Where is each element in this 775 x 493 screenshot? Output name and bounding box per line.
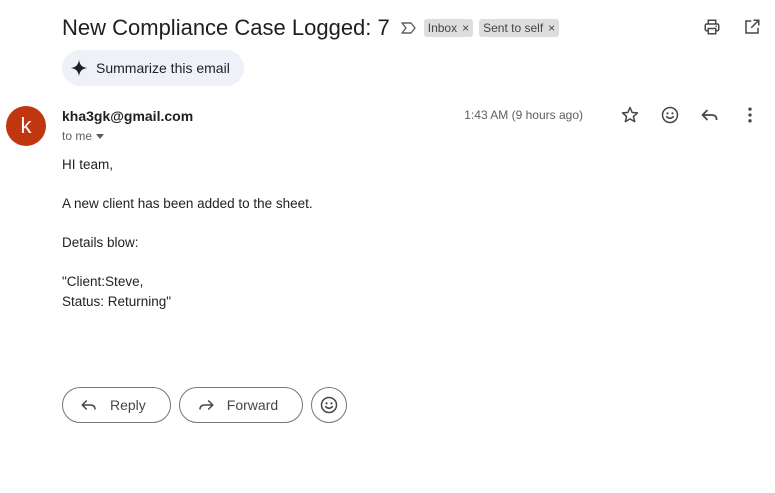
body-quote-line: Status: Returning" [62,294,172,309]
label-chip-text: Inbox [427,21,458,35]
reply-button[interactable]: Reply [62,387,171,423]
reply-label: Reply [110,397,146,413]
sender-email[interactable]: kha3gk@gmail.com [62,108,193,124]
emoji-react-button[interactable] [311,387,348,423]
remove-label-icon[interactable]: × [548,19,555,37]
reply-actions: Reply Forward [62,387,348,423]
body-line: A new client has been added to the sheet… [62,196,313,211]
reply-icon [80,396,98,414]
summarize-label: Summarize this email [96,60,230,76]
subject-row: New Compliance Case Logged: 7 Inbox × Se… [62,12,560,44]
body-greeting: HI team, [62,157,114,172]
label-chip-inbox[interactable]: Inbox × [423,19,474,37]
recipient-label: to me [62,129,93,143]
top-actions [701,16,763,38]
emoji-icon [319,395,339,415]
forward-button[interactable]: Forward [178,387,304,423]
star-icon[interactable] [619,104,641,126]
message-meta: 1:43 AM (9 hours ago) [464,104,761,126]
summarize-email-button[interactable]: Summarize this email [62,50,244,86]
avatar[interactable]: k [6,106,46,146]
reply-icon[interactable] [699,104,721,126]
remove-label-icon[interactable]: × [462,19,469,37]
chevron-down-icon [96,133,105,139]
timestamp: 1:43 AM (9 hours ago) [464,108,583,122]
body-quote: "Client:Steve, Status: Returning" [62,272,313,312]
forward-label: Forward [226,397,279,413]
recipient-details-toggle[interactable]: to me [62,129,105,143]
sparkle-icon [70,59,88,77]
email-subject: New Compliance Case Logged: 7 [62,15,390,40]
emoji-icon[interactable] [659,104,681,126]
print-icon[interactable] [701,16,723,38]
importance-marker-icon[interactable] [400,19,418,37]
more-vert-icon[interactable] [739,104,761,126]
body-line: Details blow: [62,235,139,250]
email-body: HI team, A new client has been added to … [62,155,313,312]
body-quote-line: "Client:Steve, [62,274,144,289]
forward-icon [197,396,215,414]
label-chip-sent-to-self[interactable]: Sent to self × [479,19,560,37]
label-chip-text: Sent to self [483,21,544,35]
open-in-new-window-icon[interactable] [741,16,763,38]
